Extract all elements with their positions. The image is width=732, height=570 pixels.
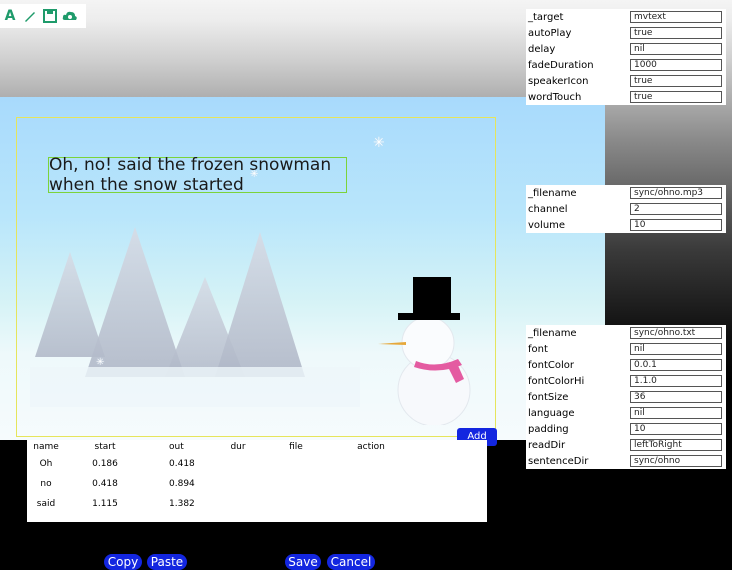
table-row[interactable]: no 0.418 0.894 xyxy=(27,474,487,494)
property-value[interactable]: 1.1.0 xyxy=(630,375,722,387)
column-header-out: out xyxy=(169,442,184,452)
brush-tool-icon[interactable] xyxy=(22,8,38,24)
property-key: sentenceDir xyxy=(528,455,589,467)
property-value[interactable]: true xyxy=(630,75,722,87)
caption-text[interactable]: Oh, no! said the frozen snowman when the… xyxy=(49,155,369,195)
property-key: delay xyxy=(528,43,556,55)
property-key: fontColor xyxy=(528,359,575,371)
property-key: wordTouch xyxy=(528,91,582,103)
property-key: _filename xyxy=(528,327,577,339)
property-value[interactable]: sync/ohno.mp3 xyxy=(630,187,722,199)
property-row: language nil xyxy=(526,405,726,421)
property-value[interactable]: nil xyxy=(630,343,722,355)
text-tool-icon[interactable]: A xyxy=(2,8,18,24)
property-key: autoPlay xyxy=(528,27,572,39)
property-value[interactable]: 10 xyxy=(630,423,722,435)
property-key: language xyxy=(528,407,575,419)
property-value[interactable]: 10 xyxy=(630,219,722,231)
cell-out: 1.382 xyxy=(169,499,195,509)
property-value[interactable]: 36 xyxy=(630,391,722,403)
property-value[interactable]: sync/ohno.txt xyxy=(630,327,722,339)
table-header: name start out dur file action xyxy=(27,440,487,454)
save-button[interactable]: Save xyxy=(285,554,321,570)
property-key: _target xyxy=(528,11,564,23)
properties-panel-text: _target mvtext autoPlay true delay nil fade… xyxy=(526,9,726,105)
property-row: readDir leftToRight xyxy=(526,437,726,453)
property-key: padding xyxy=(528,423,569,435)
property-value[interactable]: leftToRight xyxy=(630,439,722,451)
property-row: padding 10 xyxy=(526,421,726,437)
property-row: fontSize 36 xyxy=(526,389,726,405)
stage-scene: ✳ ✳ ✳ Oh, no! said the frozen snowman wh… xyxy=(0,97,605,440)
property-key: font xyxy=(528,343,548,355)
word-timing-table: name start out dur file action Oh 0.186 … xyxy=(27,440,487,522)
property-row: autoPlay true xyxy=(526,25,726,41)
property-key: fadeDuration xyxy=(528,59,594,71)
cell-name: said xyxy=(36,499,56,509)
property-value[interactable]: nil xyxy=(630,407,722,419)
save-tool-icon[interactable] xyxy=(42,8,58,24)
column-header-file: file xyxy=(289,442,303,452)
property-row: fontColor 0.0.1 xyxy=(526,357,726,373)
property-key: readDir xyxy=(528,439,566,451)
property-row: delay nil xyxy=(526,41,726,57)
property-key: speakerIcon xyxy=(528,75,589,87)
table-row[interactable]: Oh 0.186 0.418 xyxy=(27,454,487,474)
property-row: fontColorHi 1.1.0 xyxy=(526,373,726,389)
cell-name: Oh xyxy=(39,459,53,469)
cell-out: 0.418 xyxy=(169,459,195,469)
properties-panel-font: _filename sync/ohno.txt font nil fontColor… xyxy=(526,325,726,469)
property-value[interactable]: 0.0.1 xyxy=(630,359,722,371)
cell-start: 1.115 xyxy=(92,499,118,509)
property-key: volume xyxy=(528,219,566,231)
cell-start: 0.186 xyxy=(92,459,118,469)
property-key: fontSize xyxy=(528,391,569,403)
table-row[interactable]: said 1.115 1.382 xyxy=(27,494,487,514)
copy-button[interactable]: Copy xyxy=(104,554,142,570)
property-value[interactable]: true xyxy=(630,91,722,103)
property-row: font nil xyxy=(526,341,726,357)
cell-name: no xyxy=(40,479,52,489)
property-key: channel xyxy=(528,203,568,215)
column-header-start: start xyxy=(94,442,116,452)
property-row: fadeDuration 1000 xyxy=(526,57,726,73)
property-row: sentenceDir sync/ohno xyxy=(526,453,726,469)
column-header-action: action xyxy=(357,442,385,452)
property-value[interactable]: sync/ohno xyxy=(630,455,722,467)
property-value[interactable]: 1000 xyxy=(630,59,722,71)
properties-panel-audio: _filename sync/ohno.mp3 channel 2 volume 10 xyxy=(526,185,726,233)
cell-out: 0.894 xyxy=(169,479,195,489)
column-header-name: name xyxy=(33,442,59,452)
property-key: fontColorHi xyxy=(528,375,585,387)
property-row: wordTouch true xyxy=(526,89,726,105)
paste-button[interactable]: Paste xyxy=(147,554,187,570)
property-value[interactable]: true xyxy=(630,27,722,39)
property-value[interactable]: 2 xyxy=(630,203,722,215)
property-key: _filename xyxy=(528,187,577,199)
toolbar: A xyxy=(0,4,86,28)
property-row: _filename sync/ohno.mp3 xyxy=(526,185,726,201)
cell-start: 0.418 xyxy=(92,479,118,489)
cancel-button[interactable]: Cancel xyxy=(327,554,375,570)
column-header-dur: dur xyxy=(230,442,246,452)
property-row: _target mvtext xyxy=(526,9,726,25)
property-row: channel 2 xyxy=(526,201,726,217)
property-value[interactable]: mvtext xyxy=(630,11,722,23)
property-row: _filename sync/ohno.txt xyxy=(526,325,726,341)
property-value[interactable]: nil xyxy=(630,43,722,55)
property-row: speakerIcon true xyxy=(526,73,726,89)
property-row: volume 10 xyxy=(526,217,726,233)
cloud-tool-icon[interactable] xyxy=(62,8,78,24)
